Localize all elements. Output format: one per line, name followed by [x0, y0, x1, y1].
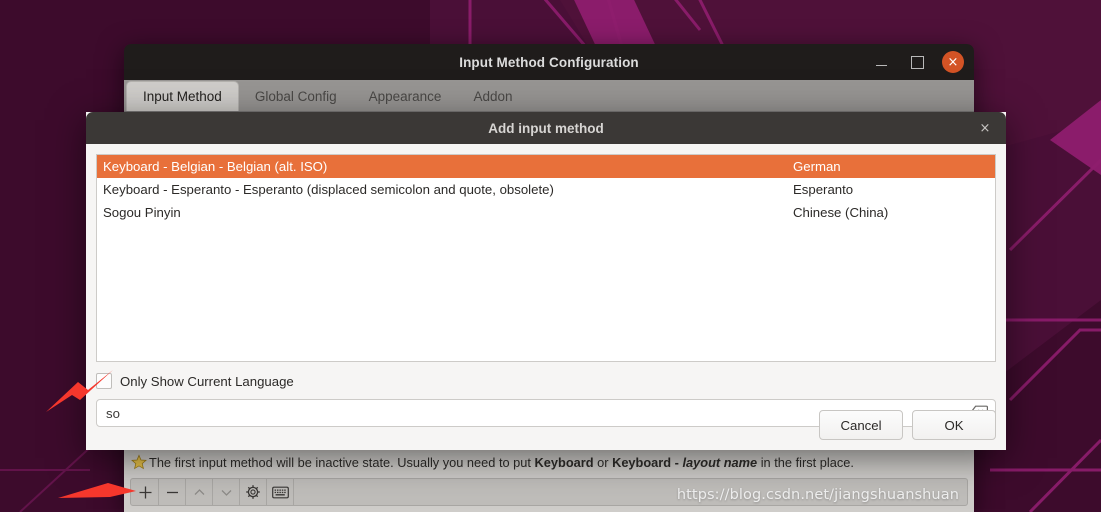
only-show-current-language-checkbox[interactable]: Only Show Current Language — [96, 371, 996, 391]
dialog-titlebar[interactable]: Add input method × — [86, 112, 1006, 144]
hint-bold-keyboard-layout: Keyboard - — [612, 454, 683, 470]
move-up-button[interactable] — [186, 479, 213, 505]
bottom-strip: The first input method will be inactive … — [124, 450, 974, 512]
add-input-method-dialog: Add input method × Keyboard - Belgian - … — [86, 112, 1006, 450]
window-controls: × — [870, 44, 964, 80]
hint-bold-keyboard: Keyboard — [534, 454, 594, 470]
list-item[interactable]: Keyboard - Esperanto - Esperanto (displa… — [97, 178, 995, 201]
keyboard-icon[interactable] — [267, 479, 294, 505]
watermark-text: https://blog.csdn.net/jiangshuanshuan — [676, 487, 959, 503]
list-item-language: Esperanto — [793, 182, 854, 197]
add-button[interactable] — [132, 479, 159, 505]
list-item[interactable]: Keyboard - Belgian - Belgian (alt. ISO) … — [97, 155, 995, 178]
star-icon — [131, 454, 147, 470]
main-window-titlebar[interactable]: Input Method Configuration × — [124, 44, 974, 80]
dialog-title: Add input method — [488, 120, 604, 136]
list-item-name: Keyboard - Esperanto - Esperanto (displa… — [103, 182, 554, 197]
hint-bar: The first input method will be inactive … — [124, 450, 974, 474]
dialog-content: Keyboard - Belgian - Belgian (alt. ISO) … — [86, 144, 1006, 450]
hint-suffix: in the first place. — [757, 454, 854, 470]
tab-input-method[interactable]: Input Method — [126, 81, 239, 111]
list-item-name: Sogou Pinyin — [103, 205, 181, 220]
close-icon[interactable]: × — [942, 51, 964, 73]
hint-prefix: The first input method will be inactive … — [149, 454, 535, 470]
ok-button[interactable]: OK — [912, 410, 996, 440]
hint-italic-layout-name: layout name — [682, 454, 758, 470]
move-down-button[interactable] — [213, 479, 240, 505]
list-item-name: Keyboard - Belgian - Belgian (alt. ISO) — [103, 159, 328, 174]
cancel-button[interactable]: Cancel — [819, 410, 903, 440]
tab-appearance[interactable]: Appearance — [353, 82, 458, 111]
hint-middle: or — [593, 454, 613, 470]
list-item[interactable]: Sogou Pinyin Chinese (China) — [97, 201, 995, 224]
input-method-toolbar: https://blog.csdn.net/jiangshuanshuan — [130, 478, 968, 506]
remove-button[interactable] — [159, 479, 186, 505]
maximize-icon[interactable] — [906, 51, 928, 73]
list-item-language: German — [793, 159, 841, 174]
checkbox-label: Only Show Current Language — [120, 373, 294, 389]
tab-global-config[interactable]: Global Config — [239, 82, 353, 111]
dialog-buttons: Cancel OK — [819, 410, 996, 440]
checkbox-box[interactable] — [96, 373, 112, 389]
list-item-language: Chinese (China) — [793, 205, 889, 220]
hint-text: The first input method will be inactive … — [149, 455, 854, 470]
input-method-list[interactable]: Keyboard - Belgian - Belgian (alt. ISO) … — [96, 154, 996, 362]
main-tabbar: Input Method Global Config Appearance Ad… — [124, 80, 974, 112]
minimize-icon[interactable] — [870, 51, 892, 73]
page-title: Input Method Configuration — [459, 54, 639, 70]
gear-icon[interactable] — [240, 479, 267, 505]
dialog-close-icon[interactable]: × — [976, 119, 994, 137]
tab-addon[interactable]: Addon — [457, 82, 528, 111]
